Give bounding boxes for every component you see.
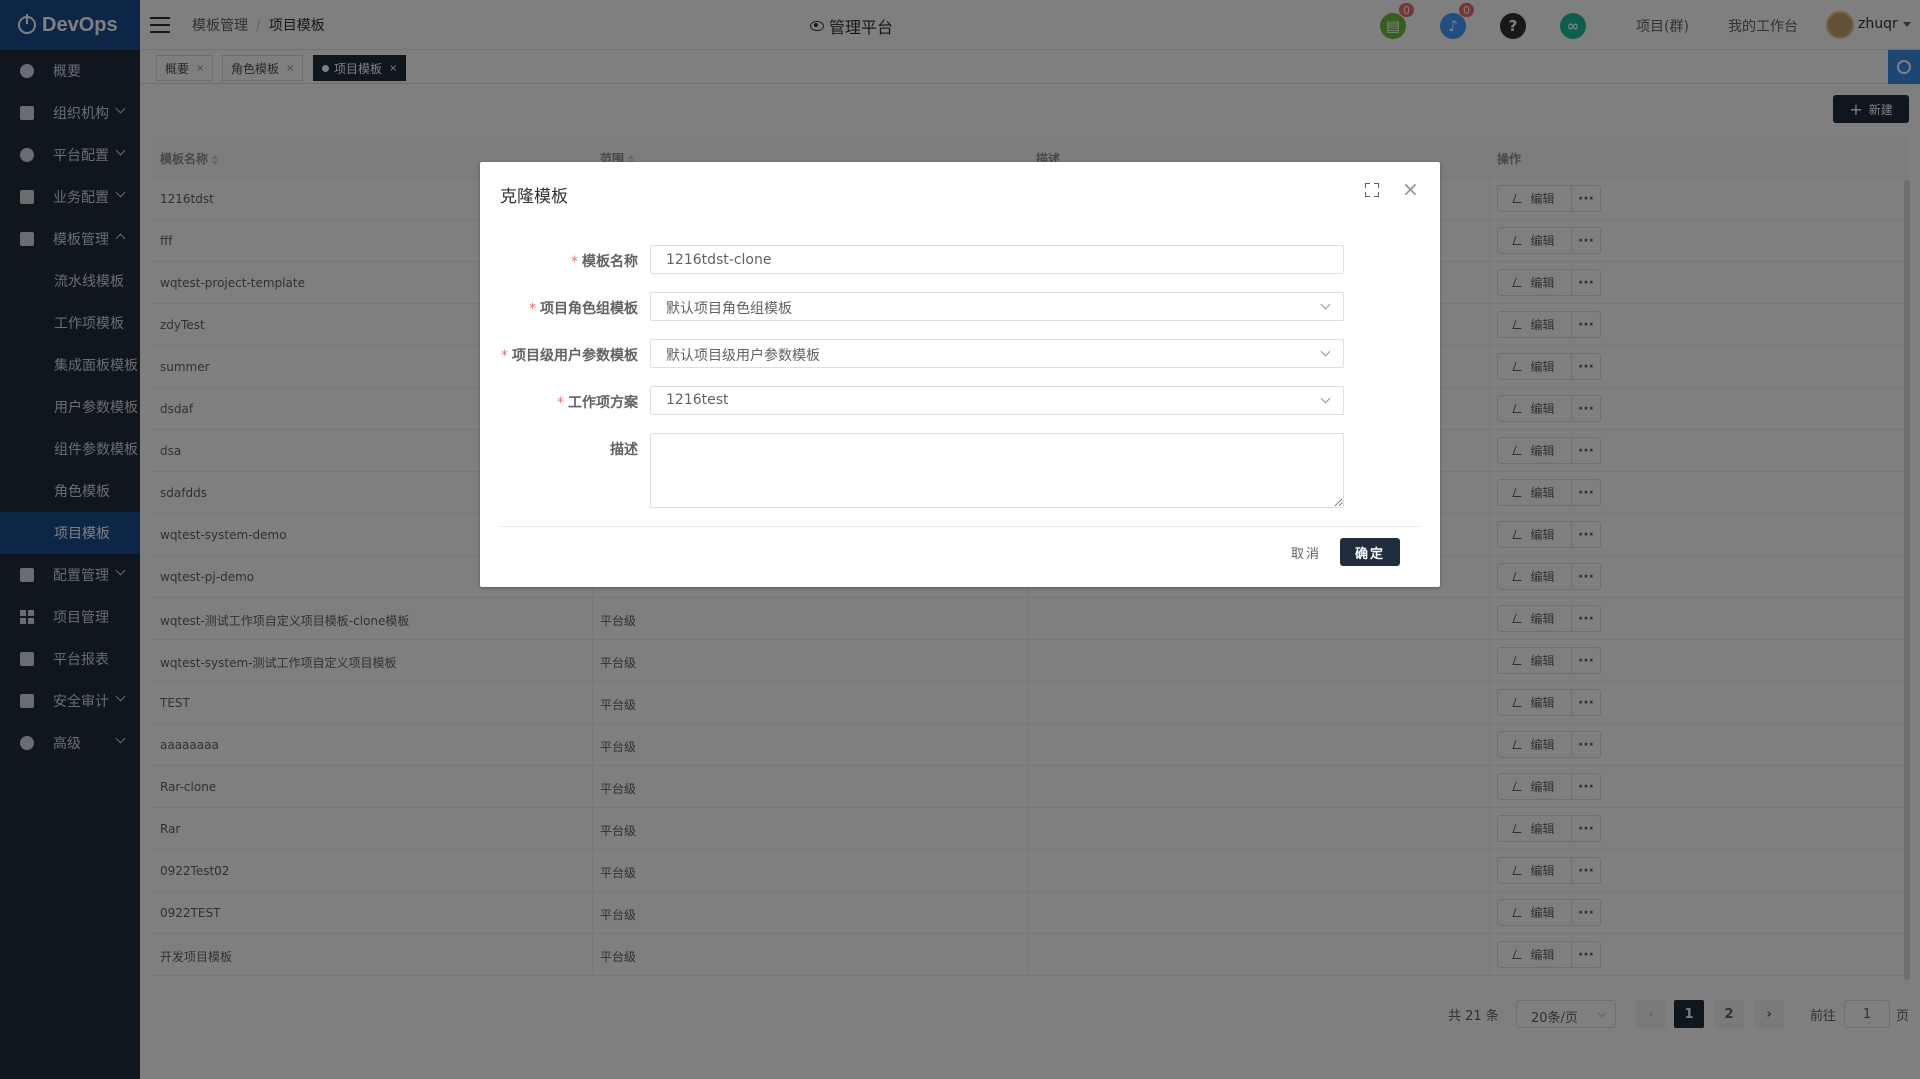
field-label: * 项目角色组模板 [529, 298, 638, 318]
dialog-divider [500, 526, 1420, 527]
form-row-user-params: * 项目级用户参数模板 默认项目级用户参数模板 [500, 339, 1400, 369]
required-mark: * [529, 301, 536, 317]
chevron-down-icon [1320, 393, 1331, 404]
form-row-role-group: * 项目角色组模板 默认项目角色组模板 [500, 292, 1400, 322]
chevron-down-icon [1320, 346, 1331, 357]
dialog-title: 克隆模板 [500, 187, 568, 207]
template-name-input[interactable] [650, 245, 1344, 274]
cancel-button[interactable]: 取消 [1291, 543, 1321, 562]
field-label-text: 描述 [610, 442, 638, 458]
field-label: * 项目级用户参数模板 [501, 345, 638, 365]
confirm-button[interactable]: 确定 [1340, 538, 1400, 566]
select-value: 默认项目级用户参数模板 [666, 348, 820, 364]
form-row-name: * 模板名称 [500, 245, 1400, 275]
form-row-workitem: * 工作项方案 1216test [500, 386, 1400, 416]
field-label-text: 项目角色组模板 [540, 301, 638, 317]
field-label-text: 模板名称 [582, 254, 638, 270]
field-label: * 工作项方案 [557, 392, 638, 412]
role-group-template-select[interactable]: 默认项目角色组模板 [650, 292, 1344, 321]
clone-template-dialog: 克隆模板 × *模板名称 *项目角色组模板 默认项目角色组模板 *项目级用户参数… [480, 162, 1440, 587]
close-icon[interactable]: × [1402, 179, 1419, 199]
select-value: 默认项目角色组模板 [666, 301, 792, 317]
field-label-text: 项目级用户参数模板 [512, 348, 638, 364]
user-param-template-select[interactable]: 默认项目级用户参数模板 [650, 339, 1344, 368]
form-row-desc: 描述 [500, 433, 1400, 509]
required-mark: * [557, 395, 564, 411]
fullscreen-icon[interactable] [1365, 183, 1379, 197]
workitem-scheme-select[interactable]: 1216test [650, 386, 1344, 415]
description-textarea[interactable] [650, 433, 1344, 508]
select-value: 1216test [666, 392, 729, 408]
field-label: 描述 [610, 439, 638, 459]
required-mark: * [501, 348, 508, 364]
field-label: * 模板名称 [571, 251, 638, 271]
chevron-down-icon [1320, 299, 1331, 310]
required-mark: * [571, 254, 578, 270]
field-label-text: 工作项方案 [568, 395, 638, 411]
